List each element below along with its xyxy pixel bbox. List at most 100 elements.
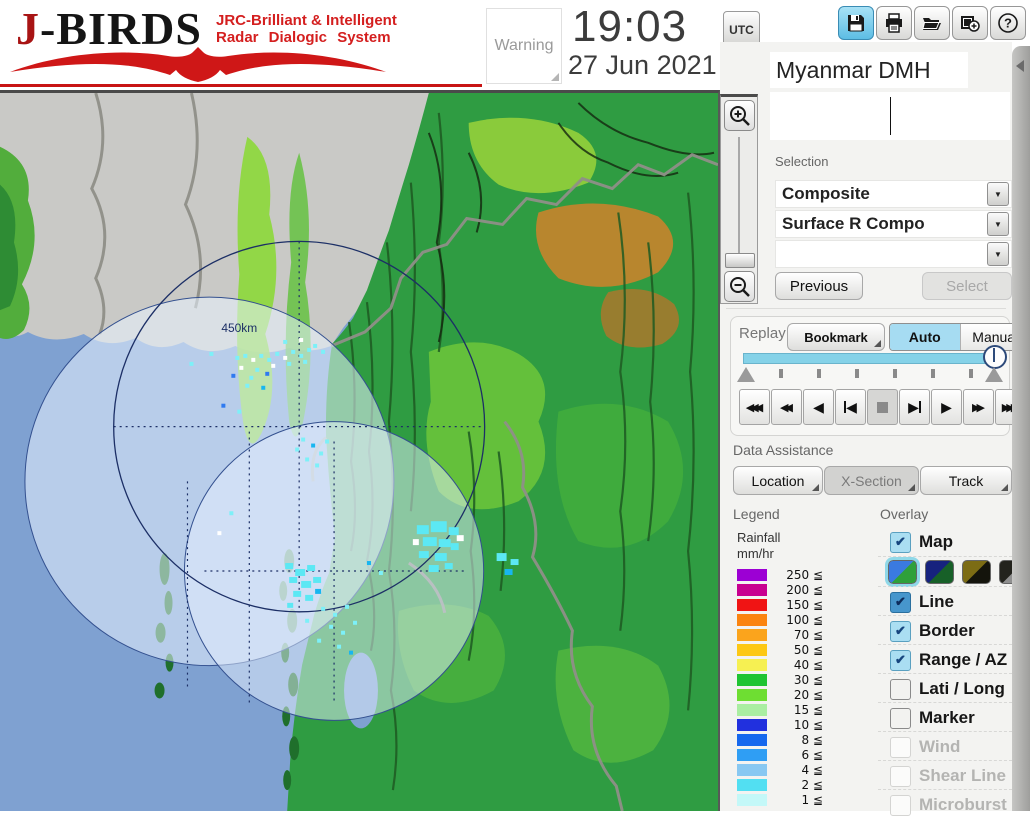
legend-row: 2 ≦ xyxy=(737,779,857,793)
play-button[interactable]: ▶ xyxy=(931,389,962,425)
jbirds-application: J-BIRDS JRC-Brilliant & Intelligent Rada… xyxy=(0,0,1030,811)
divider xyxy=(878,644,1012,645)
warning-button[interactable]: Warning xyxy=(486,8,562,84)
legend-unit-line1: Rainfall xyxy=(737,530,780,545)
replay-panel: Replay Bookmark Auto Manual ◀◀◀ ◀◀ ◀ xyxy=(730,316,1010,436)
legend-row: 40 ≦ xyxy=(737,659,857,673)
rewind-button[interactable]: ◀◀ xyxy=(771,389,802,425)
legend-row: 6 ≦ xyxy=(737,749,857,763)
track-button[interactable]: Track xyxy=(920,466,1012,495)
panel-collapse-strip[interactable] xyxy=(1012,46,1030,811)
zoom-in-button[interactable] xyxy=(724,100,755,131)
map-style-swatch[interactable] xyxy=(962,560,991,584)
overlay-item-microburst: Microburst xyxy=(890,793,1012,817)
dropdown-empty[interactable]: ▼ xyxy=(775,240,1012,268)
overlay-item-border[interactable]: ✔ Border xyxy=(890,619,1012,643)
selection-label: Selection xyxy=(775,154,828,169)
checkbox-checked[interactable]: ✔ xyxy=(890,532,911,553)
chevron-down-icon[interactable]: ▼ xyxy=(987,242,1009,266)
step-forward-button[interactable]: ▶ xyxy=(899,389,930,425)
open-folder-icon xyxy=(922,13,942,33)
legend-row: 30 ≦ xyxy=(737,674,857,688)
divider xyxy=(878,615,1012,616)
overlay-item-map[interactable]: ✔ Map xyxy=(890,530,1012,554)
zoom-in-icon xyxy=(729,105,751,127)
add-capture-icon xyxy=(960,13,980,33)
map-style-options xyxy=(888,560,1028,584)
dropdown-composite[interactable]: Composite ▼ xyxy=(775,180,1012,208)
control-panel: Myanmar DMH Selection Composite ▼ Surfac… xyxy=(720,42,1012,811)
divider xyxy=(878,586,1012,587)
collapse-arrow-icon xyxy=(1016,60,1024,72)
checkbox-unchecked[interactable] xyxy=(890,679,911,700)
divider xyxy=(878,789,1012,790)
divider xyxy=(878,673,1012,674)
step-backward-button[interactable]: ◀ xyxy=(835,389,866,425)
overlay-title: Overlay xyxy=(880,506,928,522)
print-button[interactable] xyxy=(876,6,912,40)
slider-tick xyxy=(855,369,859,378)
legend-row: 8 ≦ xyxy=(737,734,857,748)
station-input[interactable] xyxy=(770,92,1010,140)
legend-row: 70 ≦ xyxy=(737,629,857,643)
replay-slider-track[interactable] xyxy=(743,353,1003,364)
checkbox-unchecked[interactable] xyxy=(890,708,911,729)
zoom-out-icon xyxy=(729,276,751,298)
location-button[interactable]: Location xyxy=(733,466,823,495)
dropdown-surface-r-compo[interactable]: Surface R Compo ▼ xyxy=(775,210,1012,238)
open-folder-button[interactable] xyxy=(914,6,950,40)
legend-row: 4 ≦ xyxy=(737,764,857,778)
legend-row: 50 ≦ xyxy=(737,644,857,658)
overlay-item-line[interactable]: ✔ Line xyxy=(890,590,1012,614)
range-ring-label: 450km xyxy=(221,321,257,335)
bookmark-button[interactable]: Bookmark xyxy=(787,323,885,351)
slider-tick xyxy=(969,369,973,378)
legend-row: 100 ≦ xyxy=(737,614,857,628)
fast-rewind-button[interactable]: ◀◀◀ xyxy=(739,389,770,425)
app-logo: J-BIRDS JRC-Brilliant & Intelligent Rada… xyxy=(0,0,482,90)
overlay-item-lati-long[interactable]: Lati / Long xyxy=(890,677,1012,701)
map-style-swatch-selected[interactable] xyxy=(888,560,917,584)
dropdown-composite-value: Composite xyxy=(776,184,987,204)
overlay-item-marker[interactable]: Marker xyxy=(890,706,1012,730)
play-backward-button[interactable]: ◀ xyxy=(803,389,834,425)
replay-slider-handle[interactable] xyxy=(983,345,1007,369)
previous-button[interactable]: Previous xyxy=(775,272,863,300)
chevron-down-icon[interactable]: ▼ xyxy=(987,212,1009,236)
radar-map[interactable]: 450km xyxy=(0,90,720,811)
clock-time: 19:03 xyxy=(572,2,687,52)
eagle-icon xyxy=(8,46,388,87)
fast-forward-button[interactable]: ▶▶ xyxy=(963,389,994,425)
checkbox-checked[interactable]: ✔ xyxy=(890,621,911,642)
overlay-item-range-az[interactable]: ✔ Range / AZ xyxy=(890,648,1012,672)
checkbox-disabled xyxy=(890,766,911,787)
station-name: Myanmar DMH xyxy=(770,52,968,88)
zoom-slider-track[interactable] xyxy=(738,137,740,257)
chevron-down-icon[interactable]: ▼ xyxy=(987,182,1009,206)
slider-end-marker[interactable] xyxy=(985,367,1003,382)
zoom-slider-handle[interactable] xyxy=(725,253,755,268)
zoom-out-button[interactable] xyxy=(724,271,755,302)
replay-mode-control: Auto Manual xyxy=(889,323,1030,351)
dropdown-surface-value: Surface R Compo xyxy=(776,214,987,234)
slider-tick xyxy=(817,369,821,378)
map-style-swatch[interactable] xyxy=(925,560,954,584)
stop-button[interactable] xyxy=(867,389,898,425)
checkbox-checked[interactable]: ✔ xyxy=(890,650,911,671)
add-capture-button[interactable] xyxy=(952,6,988,40)
divider xyxy=(878,556,1012,557)
legend-row: 200 ≦ xyxy=(737,584,857,598)
slider-start-marker[interactable] xyxy=(737,367,755,382)
replay-label: Replay xyxy=(739,325,786,342)
x-section-button[interactable]: X-Section xyxy=(824,466,919,495)
print-icon xyxy=(884,13,904,33)
checkbox-checked[interactable]: ✔ xyxy=(890,592,911,613)
corner-fold-icon xyxy=(874,340,881,347)
legend-row: 250 ≦ xyxy=(737,569,857,583)
select-button[interactable]: Select xyxy=(922,272,1012,300)
auto-button[interactable]: Auto xyxy=(890,324,960,350)
divider xyxy=(878,760,1012,761)
legend-row: 10 ≦ xyxy=(737,719,857,733)
save-button[interactable] xyxy=(838,6,874,40)
help-button[interactable]: ? xyxy=(990,6,1026,40)
